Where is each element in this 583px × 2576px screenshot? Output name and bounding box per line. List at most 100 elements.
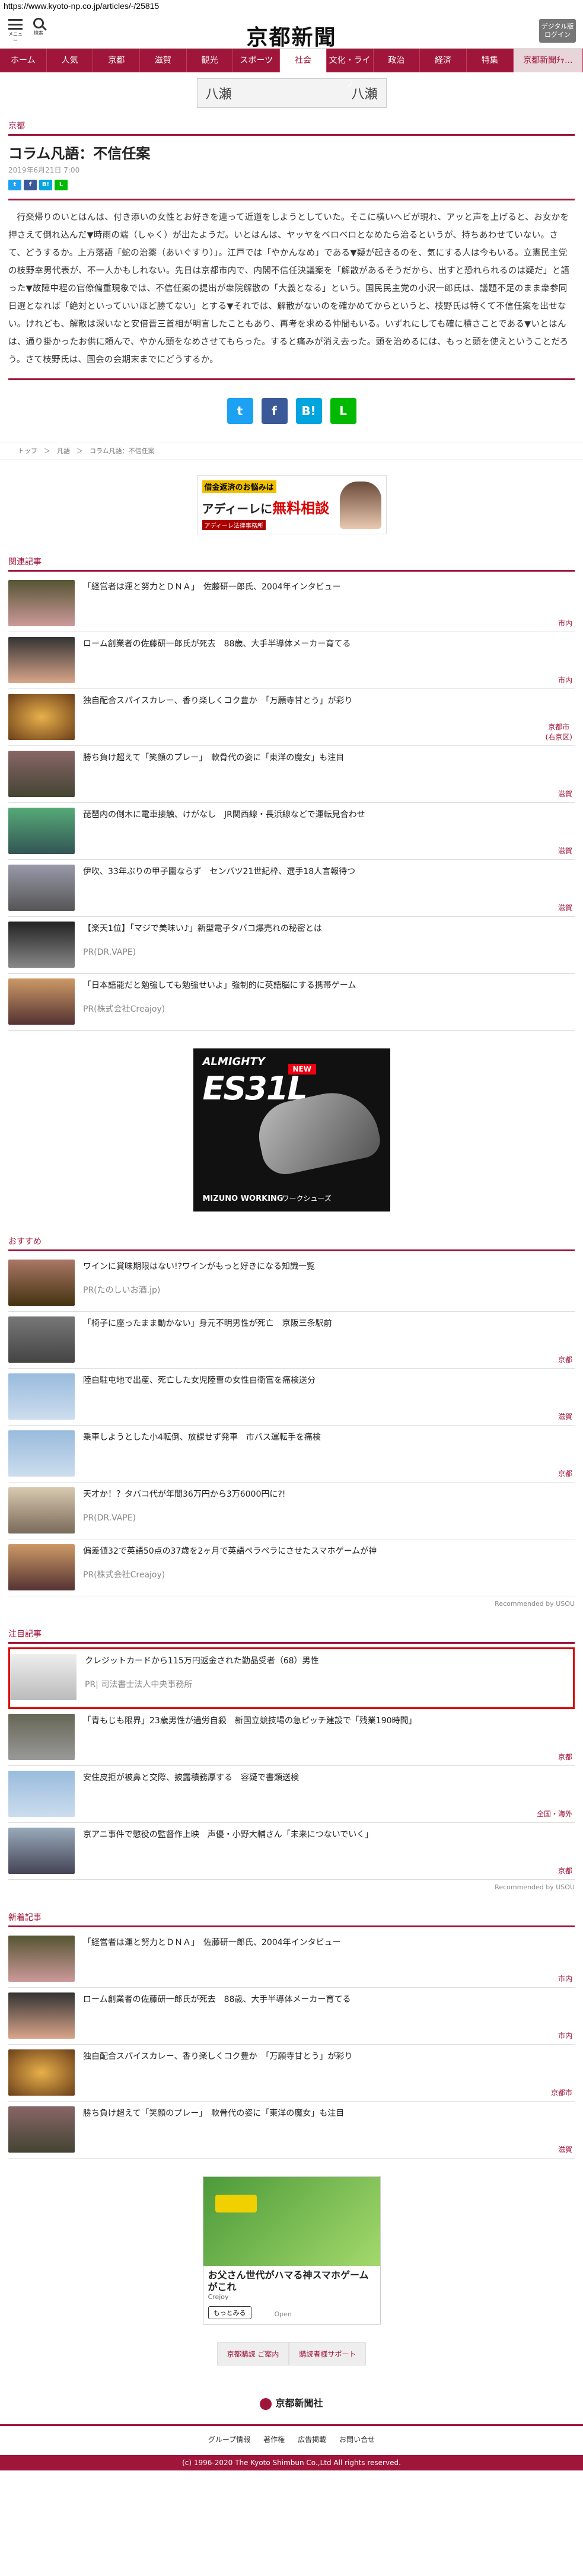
nav-special[interactable]: 特集 xyxy=(467,49,514,72)
list-item[interactable]: 琵琶内の倒木に電車接触、けがなし JR関西線・長浜線などで運転見合わせ 滋賀 xyxy=(8,803,575,860)
item-tag: 京都市 xyxy=(550,2089,572,2097)
recommended-by[interactable]: Recommended by USOU xyxy=(8,1880,575,1899)
digital-login-button[interactable]: デジタル版 ログイン xyxy=(539,19,576,43)
ad-text: お父さん世代がハマる神スマホゲームがこれ xyxy=(208,2269,369,2293)
subscription-button[interactable]: 京都購読 ご案内 xyxy=(216,2342,289,2365)
article: 京都 コラム凡語：不信任案 2019年6月21日 7:00 t f B! L 行… xyxy=(0,114,583,380)
item-title: 天才か！？タバコ代が年間36万円から3万6000円に?! xyxy=(83,1490,286,1499)
item-title: 「日本語能だと勉強しても勉強せいよ」強制的に英語脳にする携帯ゲーム xyxy=(83,981,356,990)
thumbnail xyxy=(8,694,75,740)
facebook-icon[interactable]: f xyxy=(24,180,37,190)
item-tag: 市内 xyxy=(557,2032,572,2040)
ad-text: ALMIGHTY xyxy=(202,1056,265,1068)
url-bar[interactable]: https://www.kyoto-np.co.jp/articles/-/25… xyxy=(0,0,583,13)
more-button[interactable]: もっとみる xyxy=(208,2306,251,2319)
hatena-icon[interactable]: B! xyxy=(39,180,52,190)
list-item[interactable]: 「椅子に座ったまま動かない」身元不明男性が死亡 京阪三条駅前 京都 xyxy=(8,1312,575,1369)
footer-link-contact[interactable]: お問い合せ xyxy=(339,2434,375,2444)
section-title: 注目記事 xyxy=(8,1622,575,1644)
list-item[interactable]: 乗車しようとした小4転倒、放課せず発車 市バス運転手を痛検 京都 xyxy=(8,1426,575,1483)
nav-politics[interactable]: 政治 xyxy=(374,49,420,72)
list-item[interactable]: 勝ち負け超えて「笑顔のプレー」 軟骨代の姿に「東洋の魔女」も注目 滋賀 xyxy=(8,2102,575,2159)
list-item[interactable]: ローム創業者の佐藤研一郎氏が死去 88歳、大手半導体メーカー育てる 市内 xyxy=(8,1988,575,2045)
nav-society[interactable]: 社会 xyxy=(280,49,327,72)
item-title: 琵琶内の倒木に電車接触、けがなし JR関西線・長浜線などで運転見合わせ xyxy=(83,810,365,820)
list-item[interactable]: 独自配合スパイスカレー、香り楽しくコク豊か 「万願寺甘とう」が彩り 京都市 (右京… xyxy=(8,689,575,746)
nav-channel[interactable]: 京都新聞ﾁｬ... xyxy=(513,49,583,72)
footer-logo[interactable]: 京都新聞社 xyxy=(0,2377,583,2424)
list-item[interactable]: 京アニ事件で懲役の監督作上映 声優・小野大輔さん「未来につないでいく」 京都 xyxy=(8,1823,575,1880)
nav-shiga[interactable]: 滋賀 xyxy=(140,49,187,72)
list-item[interactable]: ローム創業者の佐藤研一郎氏が死去 88歳、大手半導体メーカー育てる 市内 xyxy=(8,632,575,689)
list-item[interactable]: 安住皮拒が被鼻と交際、披露積務厚する 容疑で書類送検 全国・海外 xyxy=(8,1766,575,1823)
recommended-by[interactable]: Recommended by USOU xyxy=(8,1596,575,1616)
pr-label: PR(株式会社Creajoy) xyxy=(83,1005,165,1014)
thumbnail xyxy=(8,1936,75,1982)
divider xyxy=(8,378,575,380)
item-tag: 滋賀 xyxy=(557,790,572,798)
item-title: 【楽天1位】「マジで美味い♪」新型電子タバコ爆売れの秘密とは xyxy=(83,924,322,933)
thumbnail xyxy=(8,751,75,797)
list-item[interactable]: 「青もじも限界」23歳男性が過労自殺 新国立競技場の急ピッチ建設で「残業190時… xyxy=(8,1709,575,1766)
nav-sports[interactable]: スポーツ xyxy=(233,49,281,72)
line-icon[interactable]: L xyxy=(55,180,68,190)
support-button[interactable]: 購読者様サポート xyxy=(289,2342,367,2365)
list-item[interactable]: 「日本語能だと勉強しても勉強せいよ」強制的に英語脳にする携帯ゲーム PR(株式会社… xyxy=(8,974,575,1031)
thumbnail xyxy=(8,1714,75,1760)
nav-kyoto[interactable]: 京都 xyxy=(93,49,141,72)
nav-tourism[interactable]: 観光 xyxy=(187,49,234,72)
twitter-icon[interactable]: t xyxy=(8,180,21,190)
thumbnail xyxy=(8,1487,75,1534)
section-title: 新着記事 xyxy=(8,1905,575,1927)
nav-popular[interactable]: 人気 xyxy=(47,49,94,72)
list-item[interactable]: 偏差値32で英語50点の37歳を2ヶ月で英語ペラペラにさせたスマホゲームが神 PR… xyxy=(8,1539,575,1596)
list-item[interactable]: 天才か！？タバコ代が年間36万円から3万6000円に?! PR(DR.VAPE) xyxy=(8,1483,575,1539)
thumbnail xyxy=(8,922,75,968)
nav-culture[interactable]: 文化・ライフ xyxy=(327,49,374,89)
list-item[interactable]: 独自配合スパイスカレー、香り楽しくコク豊か 「万願寺甘とう」が彩り 京都市 xyxy=(8,2045,575,2102)
open-button[interactable]: Open xyxy=(275,2310,292,2318)
list-item[interactable]: 「経営者は運と努力とＤＮＡ」 佐藤研一郎氏、2004年インタビュー 市内 xyxy=(8,1931,575,1988)
facebook-share-icon[interactable]: f xyxy=(261,398,288,424)
copyright: (c) 1996-2020 The Kyoto Shimbun Co.,Ltd … xyxy=(0,2454,583,2470)
list-item[interactable]: 伊吹、33年ぶりの甲子園ならず センバツ21世紀枠、選手18人言報待つ 滋賀 xyxy=(8,860,575,917)
item-title: 「経営者は運と努力とＤＮＡ」 佐藤研一郎氏、2004年インタビュー xyxy=(83,1938,341,1947)
twitter-share-icon[interactable]: t xyxy=(227,398,253,424)
nav-home[interactable]: ホーム xyxy=(0,49,47,72)
line-share-icon[interactable]: L xyxy=(330,398,356,424)
share-small: t f B! L xyxy=(8,180,575,190)
footer-link-ads[interactable]: 広告掲載 xyxy=(298,2434,326,2444)
item-title: 勝ち負け超えて「笑顔のプレー」 軟骨代の姿に「東洋の魔女」も注目 xyxy=(83,753,345,763)
related-section: 関連記事 「経営者は運と努力とＤＮＡ」 佐藤研一郎氏、2004年インタビュー 市内… xyxy=(0,550,583,1031)
thumbnail xyxy=(8,1430,75,1477)
list-item[interactable]: 勝ち負け超えて「笑顔のプレー」 軟骨代の姿に「東洋の魔女」も注目滋賀 xyxy=(8,746,575,803)
item-tag: 京都 xyxy=(557,1469,572,1478)
thumbnail xyxy=(8,580,75,626)
item-body: クレジットカードから115万円返金された勤品受者（68）男性 PR| 司法書士法人… xyxy=(77,1654,573,1703)
article-category[interactable]: 京都 xyxy=(8,114,575,134)
breadcrumb[interactable]: トップ ＞ 凡語 ＞ コラム凡語：不信任案 xyxy=(0,442,583,460)
list-item[interactable]: 【楽天1位】「マジで美味い♪」新型電子タバコ爆売れの秘密とは PR(DR.VAPE… xyxy=(8,917,575,974)
site-header: メニュー 検索 京都新聞 デジタル版 ログイン xyxy=(0,13,583,51)
ad-text: ワークシューズ xyxy=(282,1194,332,1203)
item-body: 偏差値32で英語50点の37歳を2ヶ月で英語ペラペラにさせたスマホゲームが神 PR… xyxy=(75,1544,575,1591)
item-body: 「日本語能だと勉強しても勉強せいよ」強制的に英語脳にする携帯ゲーム PR(株式会社… xyxy=(75,978,575,1025)
item-tag: 市内 xyxy=(557,619,572,627)
list-item[interactable]: ワインに賞味期限はない!?ワインがもっと好きになる知識一覧 PR(たのしいお酒.j… xyxy=(8,1255,575,1312)
article-body: 行楽帰りのいとはんは、付き添いの女性とお好きを連って近道をしようとしていた。そこ… xyxy=(8,213,570,365)
game-ad[interactable]: お父さん世代がハマる神スマホゲームがこれ Crejoy もっとみる Open xyxy=(202,2176,381,2325)
list-item-highlighted[interactable]: クレジットカードから115万円返金された勤品受者（68）男性 PR| 司法書士法人… xyxy=(8,1647,575,1709)
list-item[interactable]: 陸自駐屯地で出産、死亡した女児陸曹の女性自衛官を痛検送分 滋賀 xyxy=(8,1369,575,1426)
list-item[interactable]: 「経営者は運と努力とＤＮＡ」 佐藤研一郎氏、2004年インタビュー 市内 xyxy=(8,575,575,632)
footer-link-copyright[interactable]: 著作権 xyxy=(263,2434,285,2444)
site-logo[interactable]: 京都新聞 xyxy=(0,20,583,51)
top-banner-ad[interactable]: 八瀬 八瀬 xyxy=(196,78,387,108)
item-tag: 京都市 (右京区) xyxy=(545,723,572,741)
footer-link-group[interactable]: グループ情報 xyxy=(208,2434,250,2444)
law-office-ad[interactable]: 借金返済のお悩みは アディーレに無料相談 アディーレ法律事務所 xyxy=(196,475,387,534)
new-badge: NEW xyxy=(288,1064,316,1075)
nav-economy[interactable]: 経済 xyxy=(420,49,467,72)
hatena-share-icon[interactable]: B! xyxy=(295,398,322,424)
pr-label: PR(DR.VAPE) xyxy=(83,948,136,957)
shoe-ad[interactable]: ALMIGHTY ES31L NEW MIZUNO WORKING ワークシュー… xyxy=(193,1048,390,1212)
